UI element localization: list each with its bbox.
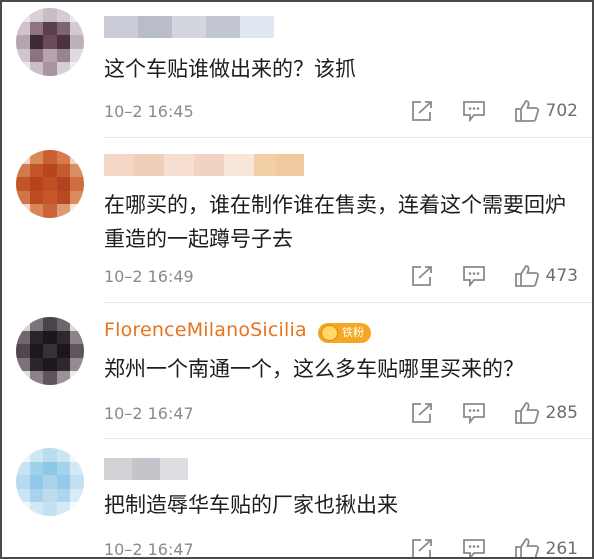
username-blurred[interactable] bbox=[104, 154, 304, 176]
comment-text: 这个车贴谁做出来的？该抓 bbox=[104, 57, 356, 81]
share-button[interactable] bbox=[410, 538, 434, 557]
comment-list: 这个车贴谁做出来的？该抓 10–2 16:45 702 在哪买的，谁在制作谁在售… bbox=[0, 0, 594, 559]
like-count: 473 bbox=[545, 266, 578, 286]
comment-text: 在哪买的，谁在制作谁在售卖，连着这个需要回炉重造的一起蹲号子去 bbox=[104, 193, 566, 251]
like-button[interactable]: 285 bbox=[514, 401, 578, 425]
comment-icon bbox=[462, 266, 485, 287]
avatar[interactable] bbox=[16, 150, 84, 218]
comment-time: 10–2 16:47 bbox=[104, 403, 194, 423]
comment-time: 10–2 16:49 bbox=[104, 266, 194, 286]
share-button[interactable] bbox=[410, 265, 434, 287]
username-blurred[interactable] bbox=[104, 16, 274, 38]
comment-text: 把制造辱华车贴的厂家也揪出来 bbox=[104, 493, 398, 517]
like-count: 261 bbox=[545, 539, 578, 559]
like-button[interactable]: 473 bbox=[514, 264, 578, 288]
reply-button[interactable] bbox=[462, 265, 486, 287]
avatar[interactable] bbox=[16, 8, 84, 76]
reply-button[interactable] bbox=[462, 100, 486, 122]
crown-icon bbox=[321, 325, 338, 341]
comment-icon bbox=[462, 403, 485, 424]
thumbs-up-icon bbox=[514, 265, 539, 287]
avatar[interactable] bbox=[16, 448, 84, 516]
divider bbox=[104, 302, 592, 303]
divider bbox=[104, 438, 592, 439]
username[interactable]: FlorenceMilanoSicilia bbox=[104, 319, 307, 341]
share-icon bbox=[411, 403, 432, 423]
comment-time: 10–2 16:45 bbox=[104, 101, 194, 121]
share-button[interactable] bbox=[410, 100, 434, 122]
avatar[interactable] bbox=[16, 317, 84, 385]
comment-meta: 10–2 16:49 473 bbox=[104, 262, 578, 290]
comment-icon bbox=[462, 101, 485, 122]
like-count: 285 bbox=[545, 403, 578, 423]
thumbs-up-icon bbox=[514, 100, 539, 122]
share-icon bbox=[411, 539, 432, 557]
like-count: 702 bbox=[545, 101, 578, 121]
share-icon bbox=[411, 266, 432, 286]
comment-text: 郑州一个南通一个，这么多车贴哪里买来的？ bbox=[104, 357, 524, 381]
comment-meta: 10–2 16:47 261 bbox=[104, 535, 578, 559]
thumbs-up-icon bbox=[514, 538, 539, 557]
share-icon bbox=[411, 101, 432, 121]
username-blurred[interactable] bbox=[104, 458, 188, 480]
comment-icon bbox=[462, 539, 485, 557]
fan-badge-label: 铁粉 bbox=[342, 326, 364, 339]
comment-meta: 10–2 16:47 285 bbox=[104, 399, 578, 427]
share-button[interactable] bbox=[410, 402, 434, 424]
divider bbox=[104, 137, 592, 138]
reply-button[interactable] bbox=[462, 538, 486, 557]
fan-badge: 铁粉 bbox=[318, 323, 371, 343]
comment-time: 10–2 16:47 bbox=[104, 539, 194, 559]
like-button[interactable]: 261 bbox=[514, 537, 578, 559]
reply-button[interactable] bbox=[462, 402, 486, 424]
comment-meta: 10–2 16:45 702 bbox=[104, 97, 578, 125]
like-button[interactable]: 702 bbox=[514, 99, 578, 123]
thumbs-up-icon bbox=[514, 402, 539, 424]
